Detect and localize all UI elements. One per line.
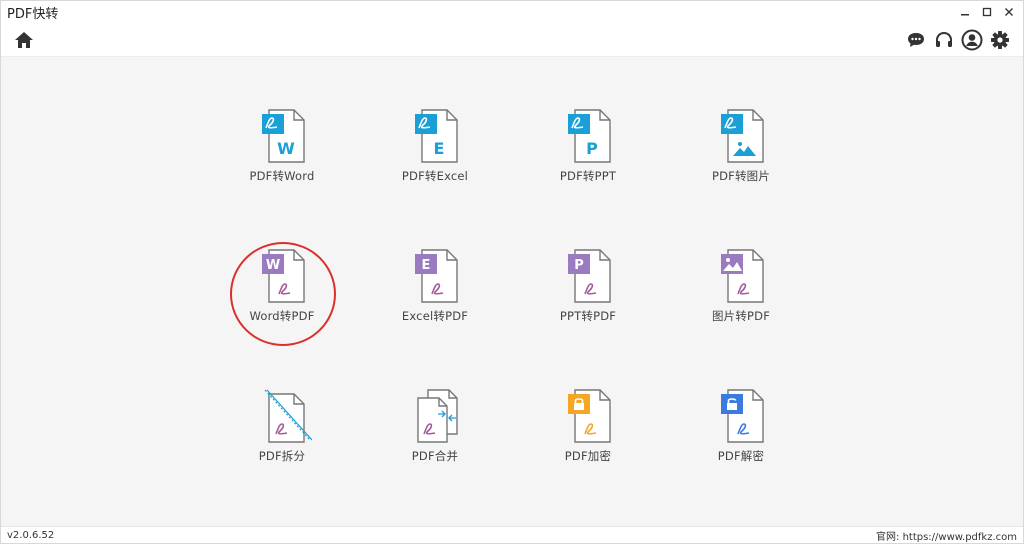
maximize-icon[interactable]	[979, 4, 995, 20]
tool-label: PDF加密	[564, 449, 612, 463]
ppt-to-pdf-icon: P	[568, 249, 611, 303]
tool-ppt-to-pdf[interactable]: P PPT转PDF	[528, 248, 648, 358]
title-bar: PDF快转	[1, 1, 1023, 23]
word-to-pdf-icon: W	[262, 249, 305, 303]
tool-label: Word转PDF	[249, 309, 315, 323]
tool-pdf-decrypt[interactable]: PDF解密	[681, 388, 801, 498]
gear-icon[interactable]	[989, 29, 1011, 51]
version-text: v2.0.6.52	[7, 529, 55, 541]
svg-text:E: E	[422, 258, 431, 273]
svg-text:P: P	[586, 139, 598, 158]
toolbar	[1, 23, 1023, 57]
tool-image-to-pdf[interactable]: 图片转PDF	[681, 248, 801, 358]
tool-label: PDF解密	[717, 449, 765, 463]
pdf-decrypt-icon	[721, 389, 764, 443]
chat-icon[interactable]	[905, 29, 927, 51]
image-to-pdf-icon	[721, 249, 764, 303]
app-title: PDF快转	[7, 6, 59, 22]
status-bar: v2.0.6.52 官网: https://www.pdfkz.com	[1, 526, 1023, 543]
tool-pdf-to-excel[interactable]: E PDF转Excel	[375, 108, 495, 218]
tool-label: PDF转图片	[711, 169, 771, 183]
tool-pdf-merge[interactable]: PDF合并	[375, 388, 495, 498]
tool-pdf-encrypt[interactable]: PDF加密	[528, 388, 648, 498]
tool-label: PDF合并	[411, 449, 459, 463]
svg-text:W: W	[266, 258, 280, 273]
pdf-to-image-icon	[721, 109, 764, 163]
svg-text:E: E	[434, 139, 445, 158]
headset-icon[interactable]	[933, 29, 955, 51]
website-link[interactable]: 官网: https://www.pdfkz.com	[876, 528, 1017, 543]
tool-label: PPT转PDF	[559, 309, 617, 323]
window-controls	[957, 1, 1017, 23]
pdf-encrypt-icon	[568, 389, 611, 443]
user-icon[interactable]	[961, 29, 983, 51]
pdf-to-word-icon: W	[262, 109, 305, 163]
pdf-to-excel-icon: E	[415, 109, 458, 163]
tool-label: PDF转PPT	[559, 169, 617, 183]
tool-pdf-to-word[interactable]: W PDF转Word	[222, 108, 342, 218]
tool-label: PDF转Word	[249, 169, 315, 183]
tool-label: PDF转Excel	[401, 169, 469, 183]
app-window: PDF快转 W PDF转Word E PDF转Excel P PDF转PPT P…	[0, 0, 1024, 544]
excel-to-pdf-icon: E	[415, 249, 458, 303]
tool-pdf-to-ppt[interactable]: P PDF转PPT	[528, 108, 648, 218]
toolbar-right	[905, 29, 1011, 51]
svg-text:W: W	[277, 139, 295, 158]
svg-text:P: P	[574, 258, 584, 273]
tool-excel-to-pdf[interactable]: E Excel转PDF	[375, 248, 495, 358]
pdf-merge-icon	[417, 389, 458, 443]
pdf-to-ppt-icon: P	[568, 109, 611, 163]
tool-word-to-pdf[interactable]: W Word转PDF	[222, 248, 342, 358]
tool-label: 图片转PDF	[711, 309, 771, 323]
close-icon[interactable]	[1001, 4, 1017, 20]
pdf-split-icon	[264, 389, 312, 443]
minimize-icon[interactable]	[957, 4, 973, 20]
tool-pdf-to-image[interactable]: PDF转图片	[681, 108, 801, 218]
tool-grid: W PDF转Word E PDF转Excel P PDF转PPT PDF转图片 …	[1, 58, 1023, 528]
tool-label: Excel转PDF	[401, 309, 469, 323]
home-icon[interactable]	[13, 30, 35, 50]
tool-label: PDF拆分	[258, 449, 306, 463]
tool-pdf-split[interactable]: PDF拆分	[222, 388, 342, 498]
